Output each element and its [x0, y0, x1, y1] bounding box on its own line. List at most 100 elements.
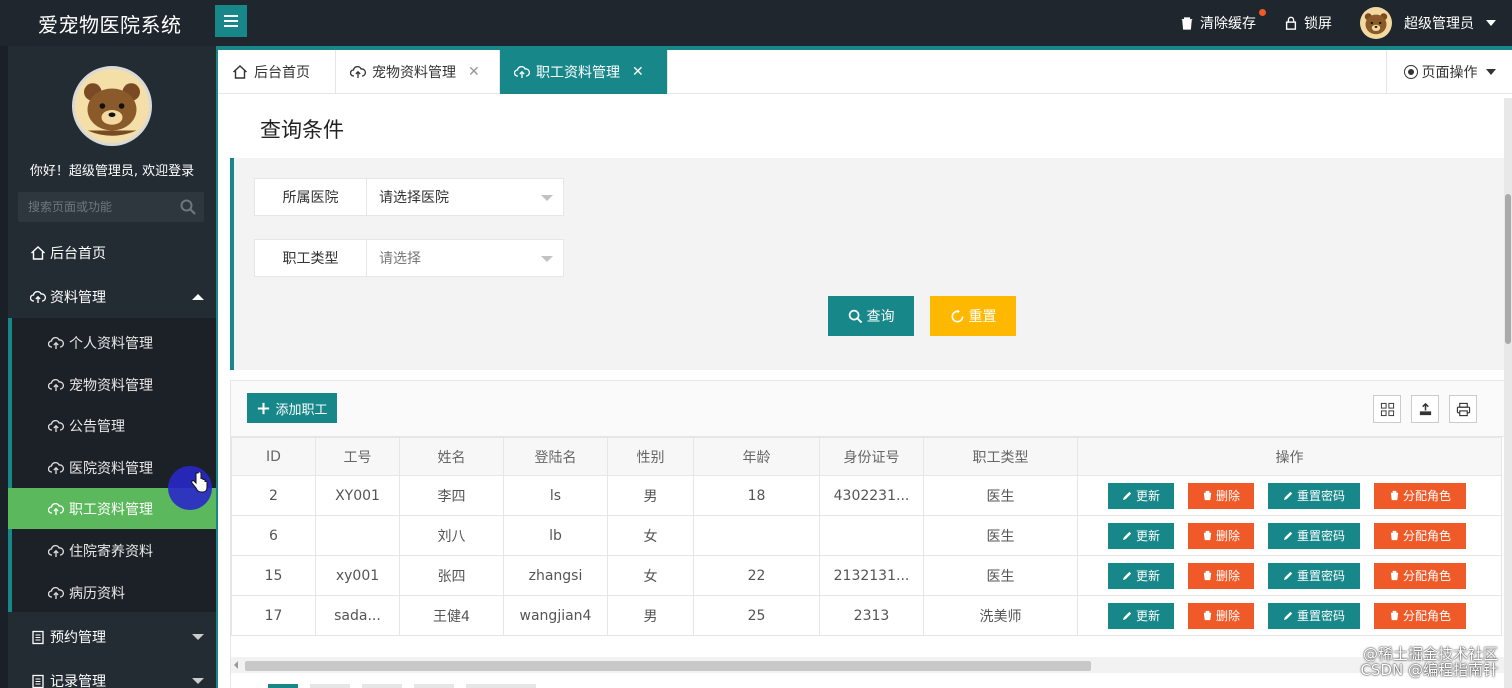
cloud-upload-icon [48, 336, 64, 349]
column-header[interactable]: 姓名 [399, 437, 504, 476]
assign-role-button[interactable]: 分配角色 [1374, 522, 1466, 549]
sidebar-item-label: 医院资料管理 [69, 460, 153, 477]
column-header[interactable]: ID [231, 437, 316, 476]
page-item[interactable] [362, 684, 402, 688]
add-staff-button[interactable]: 添加职工 [247, 393, 337, 423]
column-header[interactable]: 年龄 [693, 437, 820, 476]
column-filter-button[interactable] [1373, 395, 1401, 423]
scrollbar-thumb[interactable] [245, 661, 1091, 671]
sidebar-group-header-data[interactable]: 资料管理 [8, 276, 216, 318]
update-button[interactable]: 更新 [1108, 562, 1174, 589]
reset-button[interactable]: 重置 [930, 296, 1016, 336]
sidebar-item-notice[interactable]: 公告管理 [8, 405, 216, 446]
cloud-upload-icon [514, 65, 530, 78]
sidebar-item-home[interactable]: 后台首页 [8, 232, 216, 274]
page-item[interactable] [310, 684, 350, 688]
cloud-upload-icon [48, 419, 64, 432]
horizontal-scrollbar[interactable] [231, 657, 1507, 673]
table-cell-gender: 男 [607, 475, 694, 516]
trash-icon [1390, 530, 1399, 541]
scroll-left-icon[interactable] [234, 661, 238, 669]
print-icon [1456, 402, 1470, 416]
page-operations-menu[interactable]: 页面操作 [1386, 50, 1512, 94]
delete-button[interactable]: 删除 [1188, 602, 1254, 629]
tab-staff-data[interactable]: 职工资料管理 ✕ [500, 50, 668, 94]
table-cell-login: lb [503, 515, 608, 556]
table-cell-name: 张四 [399, 555, 504, 596]
reset-password-button[interactable]: 重置密码 [1268, 482, 1360, 509]
scrollbar-thumb[interactable] [1505, 194, 1511, 344]
staff-type-select[interactable]: 请选择 [367, 240, 563, 276]
table-cell-actions: 更新 删除 重置密码 分配角色 [1077, 515, 1502, 556]
update-label: 更新 [1135, 569, 1160, 583]
delete-button[interactable]: 删除 [1188, 482, 1254, 509]
update-label: 更新 [1135, 609, 1160, 623]
tab-pet-data[interactable]: 宠物资料管理 ✕ [336, 50, 500, 94]
sidebar-group-header-records[interactable]: 记录管理 [8, 660, 216, 688]
sidebar-item-pet[interactable]: 宠物资料管理 [8, 364, 216, 405]
cloud-upload-icon [48, 544, 64, 557]
table-cell-id: 15 [231, 555, 316, 596]
table-cell-id: 6 [231, 515, 316, 556]
tab-bar: 后台首页 宠物资料管理 ✕ 职工资料管理 ✕ 页面操作 [218, 50, 1512, 94]
top-bar: 爱宠物医院系统 清除缓存 锁屏 超级管理员 [0, 0, 1512, 46]
page-operations-label: 页面操作 [1421, 65, 1478, 81]
refresh-icon [951, 308, 963, 322]
staff-type-filter-label: 职工类型 [255, 240, 367, 276]
reset-password-button[interactable]: 重置密码 [1268, 522, 1360, 549]
query-panel: 所属医院 请选择医院 职工类型 请选择 查询 重置 [230, 158, 1508, 370]
column-header[interactable]: 登陆名 [503, 437, 608, 476]
page-item[interactable] [414, 684, 454, 688]
assign-role-button[interactable]: 分配角色 [1374, 602, 1466, 629]
search-icon [848, 309, 862, 323]
hospital-select[interactable]: 请选择医院 [367, 179, 563, 215]
column-header[interactable]: 身份证号 [819, 437, 924, 476]
tab-home[interactable]: 后台首页 [218, 50, 336, 94]
lock-screen-button[interactable]: 锁屏 [1284, 13, 1332, 33]
user-menu[interactable]: 超级管理员 [1360, 7, 1496, 39]
pencil-icon [1122, 491, 1132, 501]
search-icon[interactable] [180, 199, 196, 215]
assign-role-button[interactable]: 分配角色 [1374, 562, 1466, 589]
table-cell-job-no [315, 515, 400, 556]
close-icon[interactable]: ✕ [468, 64, 480, 80]
page-item[interactable] [466, 684, 536, 688]
tab-label: 职工资料管理 [536, 65, 620, 81]
update-button[interactable]: 更新 [1108, 482, 1174, 509]
sidebar-item-label: 后台首页 [50, 246, 106, 262]
sidebar-group-header-appointment[interactable]: 预约管理 [8, 616, 216, 658]
trash-icon [1203, 490, 1212, 501]
reset-password-button[interactable]: 重置密码 [1268, 602, 1360, 629]
reset-password-button[interactable]: 重置密码 [1268, 562, 1360, 589]
page-current[interactable] [268, 684, 298, 688]
update-button[interactable]: 更新 [1108, 522, 1174, 549]
sidebar-search-input[interactable] [28, 200, 178, 214]
sidebar-edge [0, 46, 8, 688]
chevron-down-icon [541, 256, 553, 262]
column-header[interactable]: 工号 [315, 437, 400, 476]
column-header[interactable]: 职工类型 [923, 437, 1078, 476]
column-header[interactable]: 性别 [607, 437, 694, 476]
vertical-scrollbar[interactable] [1504, 98, 1512, 688]
delete-button[interactable]: 删除 [1188, 522, 1254, 549]
menu-toggle-button[interactable] [215, 5, 247, 37]
close-icon[interactable]: ✕ [632, 64, 644, 80]
search-button[interactable]: 查询 [828, 296, 914, 336]
sidebar-item-personal[interactable]: 个人资料管理 [8, 322, 216, 363]
chevron-down-icon [541, 195, 553, 201]
table-cell-login: ls [503, 475, 608, 516]
sidebar-item-boarding[interactable]: 住院寄养资料 [8, 530, 216, 571]
assign-role-button[interactable]: 分配角色 [1374, 482, 1466, 509]
profile-avatar [72, 66, 152, 146]
cloud-upload-icon [30, 290, 46, 303]
update-button[interactable]: 更新 [1108, 602, 1174, 629]
clear-cache-button[interactable]: 清除缓存 [1180, 9, 1266, 33]
sidebar-item-medical-records[interactable]: 病历资料 [8, 572, 216, 613]
update-label: 更新 [1135, 529, 1160, 543]
export-button[interactable] [1411, 395, 1439, 423]
chevron-down-icon [1486, 20, 1496, 26]
print-button[interactable] [1449, 395, 1477, 423]
target-icon [1403, 65, 1418, 79]
delete-button[interactable]: 删除 [1188, 562, 1254, 589]
search-button-label: 查询 [866, 309, 895, 325]
